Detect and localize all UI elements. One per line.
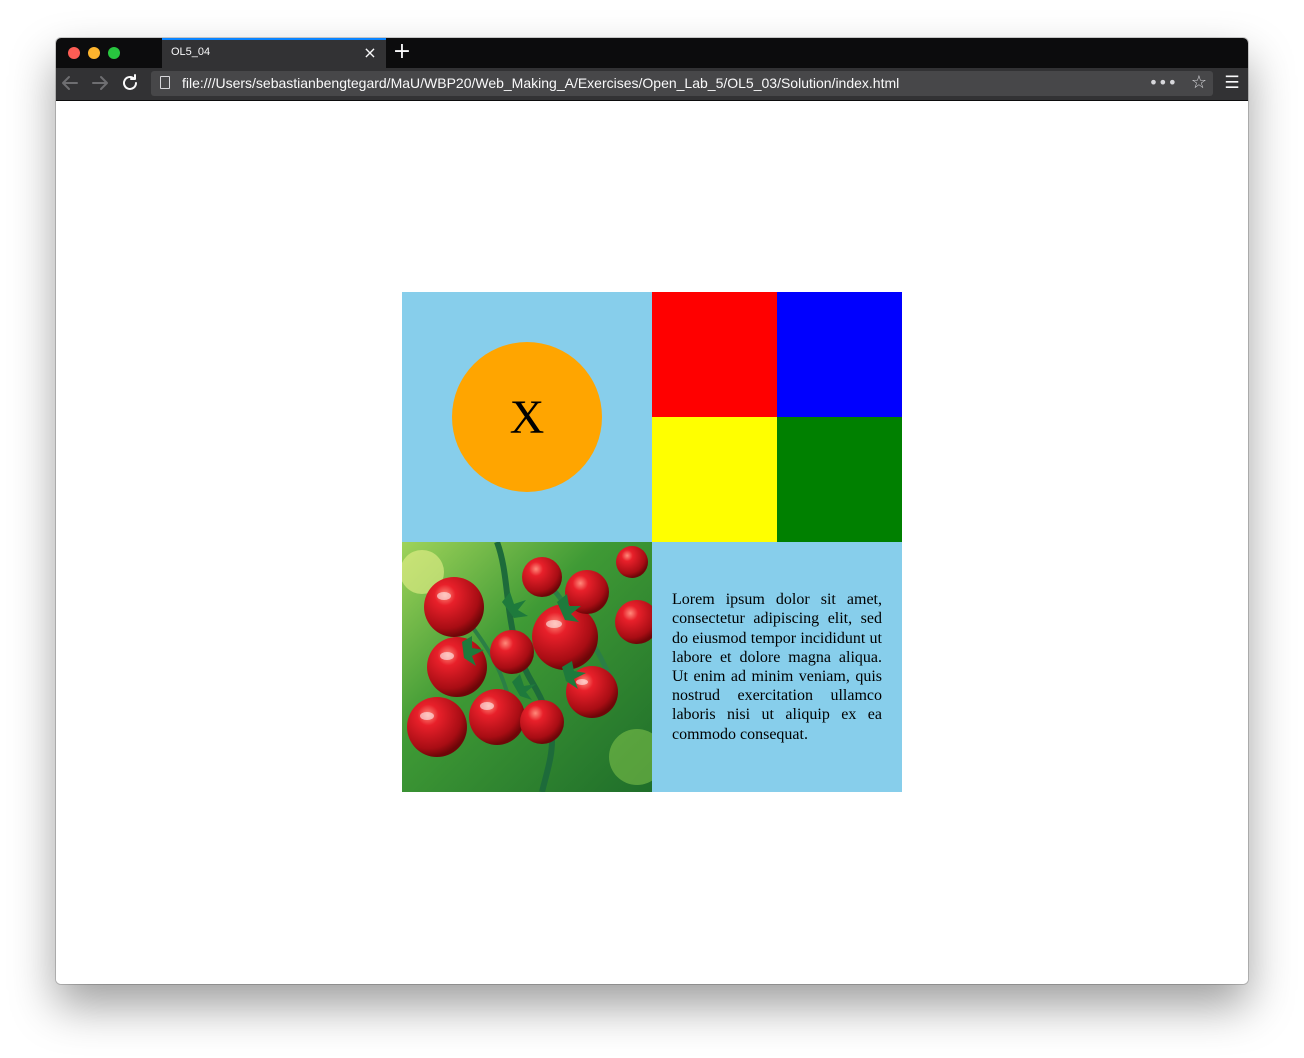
page-actions-icon[interactable]: ••• [1149, 71, 1177, 95]
color-quadrant-cell [652, 292, 902, 542]
bookmark-star-icon[interactable]: ☆ [1191, 71, 1207, 95]
plus-icon[interactable]: + [392, 40, 412, 64]
hamburger-menu-icon[interactable]: ☰ [1220, 71, 1244, 95]
navigation-toolbar: file:///Users/sebastianbengtegard/MaU/WB… [56, 68, 1248, 101]
green-square [777, 417, 902, 542]
minimize-window-button[interactable] [88, 47, 100, 59]
page-icon [160, 76, 170, 89]
url-bar[interactable]: file:///Users/sebastianbengtegard/MaU/WB… [151, 71, 1213, 96]
tab-ol5-04[interactable]: OL5_04 × [162, 38, 386, 68]
url-text[interactable]: file:///Users/sebastianbengtegard/MaU/WB… [182, 75, 899, 91]
tab-title: OL5_04 [171, 46, 211, 58]
reload-icon[interactable] [118, 71, 142, 95]
forward-arrow-icon[interactable] [88, 71, 112, 95]
close-icon[interactable]: × [362, 44, 378, 62]
page-content: X Lorem ipsum dolor sit amet, consectetu… [56, 101, 1248, 984]
tab-bar: OL5_04 × + [56, 38, 1248, 68]
blue-square [777, 292, 902, 417]
orange-circle: X [452, 342, 602, 492]
yellow-square [652, 417, 777, 542]
circle-label: X [509, 390, 545, 444]
close-window-button[interactable] [68, 47, 80, 59]
text-cell: Lorem ipsum dolor sit amet, consectetur … [652, 542, 902, 792]
grid-container: X Lorem ipsum dolor sit amet, consectetu… [402, 292, 902, 792]
red-square [652, 292, 777, 417]
lorem-paragraph: Lorem ipsum dolor sit amet, consectetur … [672, 591, 882, 743]
circle-cell: X [402, 292, 652, 542]
tomatoes-image [402, 542, 652, 792]
back-arrow-icon[interactable] [58, 71, 82, 95]
browser-window: OL5_04 × + file:///Users/sebastianbengte… [56, 38, 1248, 984]
maximize-window-button[interactable] [108, 47, 120, 59]
